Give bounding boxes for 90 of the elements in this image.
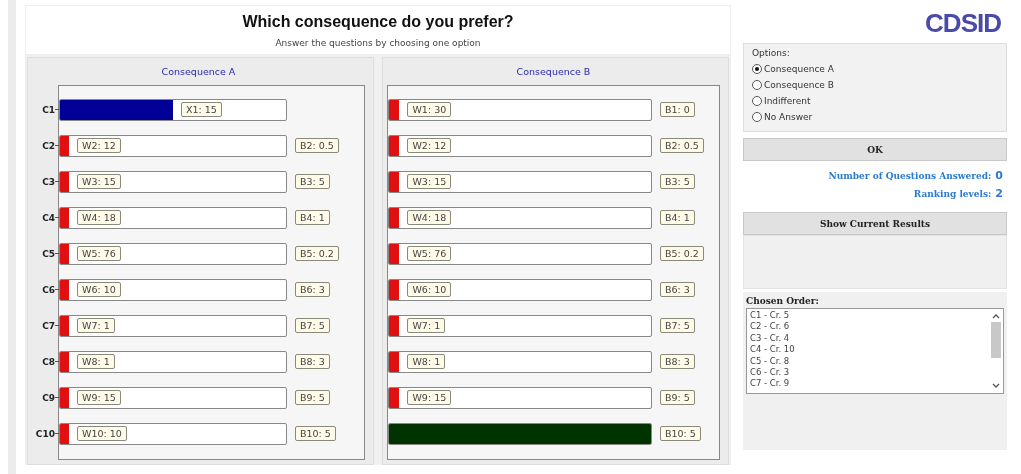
list-item[interactable]: C6 - Cr. 3: [750, 367, 986, 379]
axis-label: C5: [42, 248, 55, 259]
stat-label: Ranking levels:: [913, 189, 992, 199]
axis-tick: [55, 109, 59, 110]
axis-tick: [55, 289, 59, 290]
logo: CDSID: [925, 8, 1001, 39]
value-tag: W5: 76: [77, 246, 121, 261]
value-tag: W6: 10: [407, 282, 452, 297]
value-tag: B4: 1: [660, 210, 695, 225]
value-tag: W1: 30: [407, 102, 452, 117]
value-tag: W2: 12: [77, 138, 121, 153]
axis-tick: [55, 181, 59, 182]
axis-tick: [55, 253, 59, 254]
list-item[interactable]: C7 - Cr. 9: [750, 378, 986, 390]
value-tag: B3: 5: [295, 174, 330, 189]
value-tag: B6: 3: [295, 282, 330, 297]
axis-label: C6: [42, 284, 55, 295]
value-tag: W7: 1: [77, 318, 115, 333]
radio-option[interactable]: Consequence B: [752, 77, 998, 93]
value-tag: W6: 10: [77, 282, 121, 297]
value-tag: W9: 15: [407, 390, 452, 405]
stat-label: Number of Questions Answered:: [828, 171, 992, 181]
axis-label: C1: [42, 104, 55, 115]
value-tag: B1: 0: [660, 102, 695, 117]
value-tag: B6: 3: [660, 282, 695, 297]
radio-button[interactable]: [752, 96, 762, 106]
scroll-down-icon[interactable]: [992, 383, 1000, 389]
value-tag: W7: 1: [407, 318, 446, 333]
value-tag: B8: 3: [660, 354, 695, 369]
stat-value: 0: [995, 169, 1003, 182]
value-tag: B4: 1: [295, 210, 330, 225]
radio-button[interactable]: [752, 80, 762, 90]
show-results-button[interactable]: Show Current Results: [743, 212, 1007, 235]
consequence-title: Consequence B: [515, 66, 592, 77]
instruction-text: Answer the questions by choosing one option: [275, 38, 481, 48]
axis-label: C7: [42, 320, 55, 331]
stat-value: 2: [995, 187, 1003, 200]
list-item[interactable]: C4 - Cr. 10: [750, 344, 986, 356]
radio-option[interactable]: Consequence A: [752, 61, 998, 77]
chosen-order-list[interactable]: C1 - Cr. 5 C2 - Cr. 6 C3 - Cr. 4 C4 - Cr. 10 C5 - Cr. 8 C6 - Cr. 3 C7 - Cr. 9: [746, 308, 1004, 394]
radio-button[interactable]: [752, 64, 762, 74]
axis-label: C9: [42, 392, 55, 403]
value-tag: B5: 0.2: [660, 246, 704, 261]
value-tag: W3: 15: [77, 174, 121, 189]
value-tag: W9: 15: [77, 390, 121, 405]
axis-label: C2: [42, 140, 55, 151]
value-tag: W3: 15: [407, 174, 452, 189]
radio-option[interactable]: No Answer: [752, 109, 998, 125]
value-tag: B9: 5: [660, 390, 695, 405]
value-tag: W2: 12: [407, 138, 452, 153]
axis-tick: [55, 433, 59, 434]
value-tag: B10: 5: [295, 426, 336, 441]
value-tag: W4: 18: [77, 210, 121, 225]
axis-tick: [55, 397, 59, 398]
list-item[interactable]: C2 - Cr. 6: [750, 321, 986, 333]
list-item[interactable]: C1 - Cr. 5: [750, 310, 986, 322]
value-tag: B3: 5: [660, 174, 695, 189]
axis-tick: [55, 325, 59, 326]
axis-label: C3: [42, 176, 55, 187]
axis-tick: [55, 217, 59, 218]
value-tag: B7: 5: [295, 318, 330, 333]
axis-tick: [55, 145, 59, 146]
value-tag: W10: 10: [77, 426, 127, 441]
value-tag: B8: 3: [295, 354, 330, 369]
axis-label: C10: [35, 428, 55, 439]
scroll-up-icon[interactable]: [992, 313, 1000, 319]
value-tag: B2: 0.5: [295, 138, 339, 153]
value-tag: W4: 18: [407, 210, 452, 225]
value-tag: W8: 1: [407, 354, 446, 369]
axis-tick: [55, 361, 59, 362]
value-tag: W5: 76: [407, 246, 452, 261]
value-tag: B7: 5: [660, 318, 695, 333]
value-tag: B2: 0.5: [660, 138, 704, 153]
value-tag: B10: 5: [660, 426, 701, 441]
scroll-thumb[interactable]: [991, 322, 1001, 358]
axis-label: C8: [42, 356, 55, 367]
chosen-order-label: Chosen Order:: [746, 296, 820, 306]
axis-label: C4: [42, 212, 55, 223]
list-item[interactable]: C3 - Cr. 4: [750, 332, 986, 345]
list-item[interactable]: C5 - Cr. 8: [750, 355, 986, 368]
radio-option[interactable]: Indifferent: [752, 93, 998, 109]
consequence-title: Consequence A: [160, 66, 237, 77]
value-tag: B9: 5: [295, 390, 330, 405]
value-tag: W8: 1: [77, 354, 115, 369]
options-label: Options:: [752, 48, 791, 58]
radio-button[interactable]: [752, 112, 762, 122]
value-tag: B5: 0.2: [295, 246, 339, 261]
ok-button[interactable]: OK: [743, 138, 1007, 161]
question-title: Which consequence do you prefer?: [242, 13, 514, 31]
value-tag: X1: 15: [181, 102, 222, 117]
